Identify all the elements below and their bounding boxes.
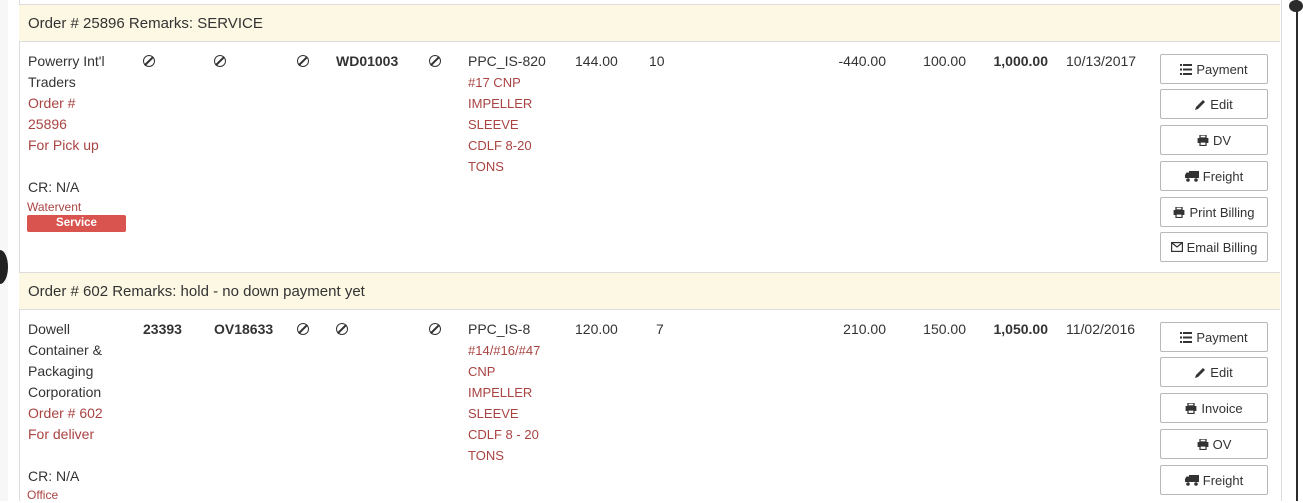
truck-icon [1184,170,1199,182]
empty-ref-icon [429,51,441,72]
order-number-line: 25896 [28,116,67,132]
button-label: Edit [1210,96,1233,112]
invoice-button[interactable]: Invoice [1160,393,1268,423]
button-label: Payment [1196,61,1248,77]
edit-button[interactable]: Edit [1160,357,1268,387]
order-number-line: Order # 602 [28,405,103,421]
pencil-icon [1195,99,1206,110]
order-header: Order # 602 Remarks: hold - no down paym… [19,272,1280,310]
part-description: #14/#16/#47 CNP IMPELLER SLEEVE CDLF 8 -… [468,340,540,466]
customer-name-line: Powerry Int'l [28,53,105,69]
wd-number: WD01003 [336,53,399,69]
right-scroll-handle[interactable] [1289,0,1303,12]
order-number-line: Order # [28,95,76,111]
orders-table [19,0,1282,501]
button-label: Edit [1210,364,1233,380]
part-number: PPC_IS-820 [468,53,546,69]
unit-price: 120.00 [575,321,618,337]
service-badge: Service [27,215,126,232]
description-line: IMPELLER [468,96,533,111]
description-line: IMPELLER [468,385,533,400]
adjustment: -440.00 [838,53,886,69]
customer-name: Dowell Container & Packaging Corporation… [28,319,103,445]
button-label: Email Billing [1186,239,1258,255]
unit-price: 144.00 [575,53,618,69]
order-date: 10/13/2017 [1066,53,1137,69]
ov-number: OV18633 [214,321,274,337]
customer-name-line: Traders [28,74,76,90]
cr-label: CR: N/A [28,179,80,195]
description-line: #14/#16/#47 [468,343,541,358]
quantity: 10 [649,53,665,69]
part-number: PPC_IS-8 [468,321,531,337]
delivery-mode: For Pick up [28,137,99,153]
empty-ref-icon [297,51,309,72]
order-header: Order # 25896 Remarks: SERVICE [19,4,1280,42]
payment-button[interactable]: Payment [1160,322,1268,352]
button-label: Payment [1196,329,1248,345]
empty-ref-icon [214,51,226,72]
location-label: Watervent [27,200,82,214]
description-line: TONS [468,448,504,463]
button-label: Freight [1202,472,1244,488]
empty-ref-icon [336,319,348,340]
customer-name-line: Dowell [28,321,71,337]
total-amount: 1,050.00 [993,321,1049,337]
print-icon [1185,402,1197,414]
print-icon [1197,134,1209,146]
adjustment: 210.00 [843,321,886,337]
ov-button[interactable]: OV [1160,429,1268,459]
description-line: CDLF 8-20 [468,138,532,153]
edit-button[interactable]: Edit [1160,89,1268,119]
cr-label: CR: N/A [28,468,80,484]
button-label: Invoice [1201,400,1243,416]
description-line: SLEEVE [468,406,519,421]
description-line: TONS [468,159,504,174]
description-line: CDLF 8 - 20 [468,427,539,442]
part-description: #17 CNP IMPELLER SLEEVE CDLF 8-20 TONS [468,72,532,177]
freight-button[interactable]: Freight [1160,465,1268,495]
button-label: Print Billing [1189,204,1255,220]
email-billing-button[interactable]: Email Billing [1160,232,1268,262]
delivery-mode: For deliver [28,426,95,442]
quantity: 7 [656,321,664,337]
envelope-icon [1170,242,1183,252]
description-line: CNP [468,364,496,379]
empty-ref-icon [297,319,309,340]
customer-name-line: Packaging [28,363,94,379]
discount: 100.00 [923,53,966,69]
list-icon [1180,331,1193,343]
print-icon [1174,206,1185,218]
description-line: #17 CNP [468,75,521,90]
button-label: Freight [1202,168,1244,184]
print-billing-button[interactable]: Print Billing [1160,197,1268,227]
reference-number: 23393 [143,321,182,337]
right-scroll-rail[interactable] [1296,0,1298,501]
customer-name: Powerry Int'l Traders Order # 25896 For … [28,51,105,156]
empty-ref-icon [143,51,155,72]
empty-ref-icon [429,319,441,340]
freight-button[interactable]: Freight [1160,161,1268,191]
truck-icon [1184,474,1199,486]
dv-button[interactable]: DV [1160,125,1268,155]
order-date: 11/02/2016 [1066,321,1136,337]
payment-button[interactable]: Payment [1160,54,1268,84]
print-icon [1197,438,1208,450]
description-line: SLEEVE [468,117,519,132]
customer-name-line: Corporation [28,384,102,400]
pencil-icon [1195,367,1206,378]
discount: 150.00 [923,321,966,337]
total-amount: 1,000.00 [993,53,1049,69]
list-icon [1180,63,1193,75]
button-label: DV [1212,132,1232,148]
customer-name-line: Container & [28,342,102,358]
button-label: OV [1212,436,1232,452]
